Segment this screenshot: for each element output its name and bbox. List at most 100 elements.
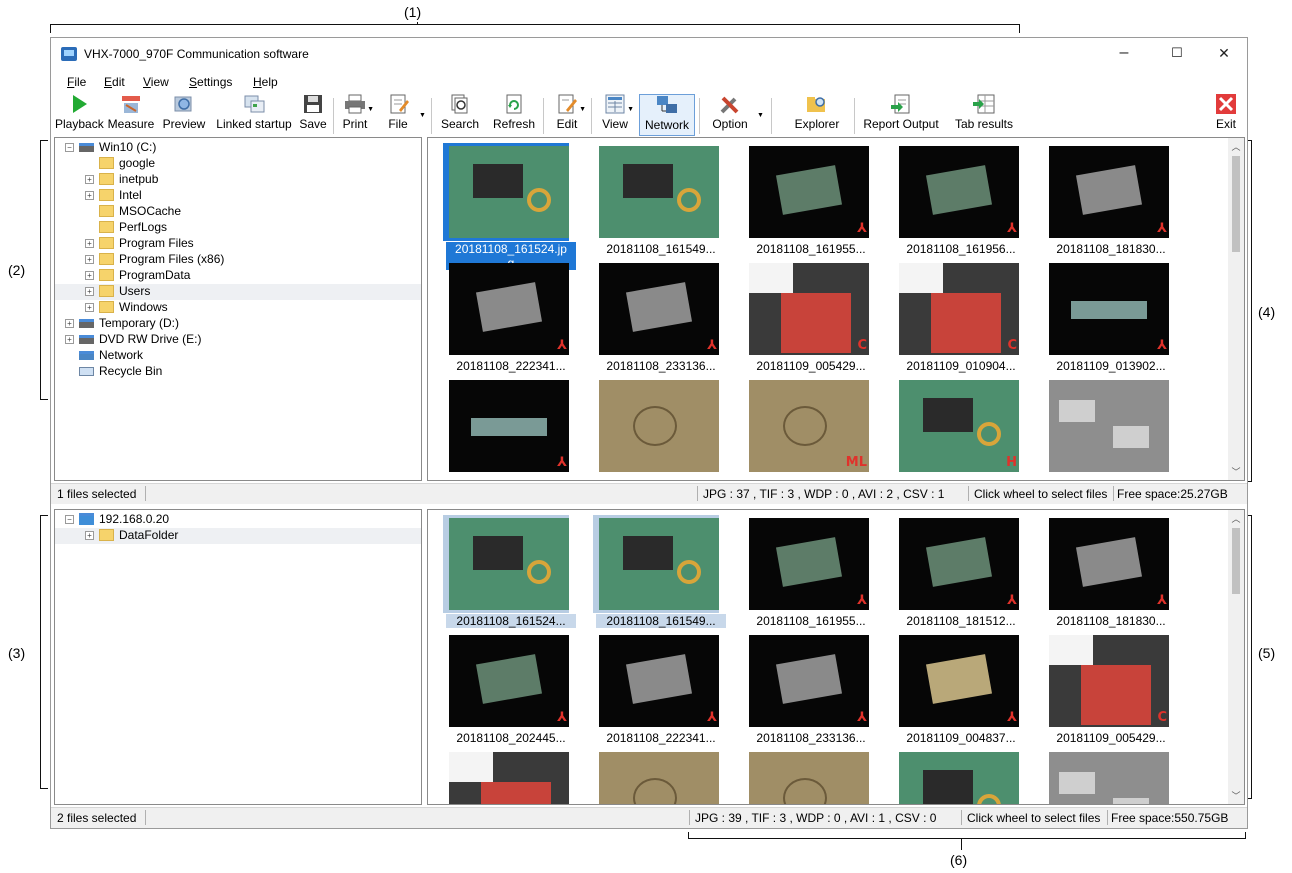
menu-item[interactable]: File: [67, 75, 86, 89]
tree-node[interactable]: + Program Files: [55, 236, 421, 252]
thumbnail-item[interactable]: C 20181109_010904...: [896, 263, 1022, 373]
thumbnail-item[interactable]: ⅄ 20181108_233136...: [596, 263, 722, 373]
thumbnail-caption: 20181108_161955...: [756, 242, 866, 256]
scroll-up-icon[interactable]: ︿: [1228, 140, 1244, 153]
minimize-button[interactable]: –: [1113, 43, 1135, 63]
tree-node[interactable]: − 192.168.0.20: [55, 512, 421, 528]
tree-node[interactable]: google: [55, 156, 421, 172]
tree-node[interactable]: + inetpub: [55, 172, 421, 188]
thumbnail-item[interactable]: ⅄ 20181109_004837...: [896, 635, 1022, 745]
thumbnail-item[interactable]: ⅄ 20181108_161956...: [896, 146, 1022, 256]
file-button[interactable]: File: [383, 94, 413, 134]
preview-button[interactable]: Preview: [161, 94, 207, 134]
thumbnail-item[interactable]: C 20181109_005429...: [746, 263, 872, 373]
thumbnail-item[interactable]: 20181108_161549...: [593, 515, 726, 628]
tree-node[interactable]: − Win10 (C:): [55, 140, 421, 156]
tree-node[interactable]: + DVD RW Drive (E:): [55, 332, 421, 348]
local-folder-tree[interactable]: − Win10 (C:) google + inetpub + Intel MSOCache P…: [54, 137, 422, 481]
thumbnail-item[interactable]: [446, 752, 572, 804]
thumbnail-item[interactable]: ⅄ 20181108_161955...: [746, 146, 872, 256]
thumbnail-item[interactable]: C 20181109_005429...: [1046, 635, 1172, 745]
expand-icon[interactable]: +: [85, 255, 94, 264]
tree-node[interactable]: + Program Files (x86): [55, 252, 421, 268]
playback-button[interactable]: Playback: [55, 94, 104, 134]
thumbnail-item[interactable]: 20181108_161524...: [443, 515, 576, 628]
expand-icon[interactable]: +: [85, 287, 94, 296]
maximize-button[interactable]: ☐: [1166, 43, 1188, 63]
network-button[interactable]: Network: [639, 94, 695, 136]
print-button[interactable]: ▼ Print: [337, 94, 374, 134]
view-button[interactable]: ▼ View: [597, 94, 634, 134]
scroll-up-icon[interactable]: ︿: [1228, 512, 1244, 525]
expand-icon[interactable]: +: [85, 239, 94, 248]
expand-icon[interactable]: +: [65, 335, 74, 344]
save-button[interactable]: Save: [298, 94, 328, 134]
thumbnail-item[interactable]: [1046, 752, 1172, 804]
thumbnail-item[interactable]: ⅄ 20181108_181512...: [896, 518, 1022, 628]
refresh-button[interactable]: Refresh: [491, 94, 537, 134]
close-button[interactable]: ✕: [1213, 43, 1235, 63]
tab-results-button[interactable]: Tab results: [949, 94, 1019, 134]
tree-node[interactable]: + ProgramData: [55, 268, 421, 284]
local-scrollbar[interactable]: ︿ ﹀: [1228, 138, 1244, 480]
remote-thumbnail-pane[interactable]: 20181108_161524... 20181108_161549... ⅄ 201…: [427, 509, 1245, 805]
thumbnail-item[interactable]: ⅄ 20181108_181830...: [1046, 518, 1172, 628]
thumbnail-item[interactable]: ⅄ 20181108_222341...: [596, 635, 722, 745]
thumbnail-item[interactable]: 20181108_161524.jpg: [443, 143, 576, 270]
menu-item[interactable]: Settings: [189, 75, 232, 89]
scroll-down-icon[interactable]: ﹀: [1228, 465, 1244, 478]
thumbnail-item[interactable]: ⅄ 20181108_161955...: [746, 518, 872, 628]
thumbnail-item[interactable]: ML: [746, 380, 872, 472]
thumbnail-item[interactable]: [1046, 380, 1172, 472]
expand-icon[interactable]: +: [85, 271, 94, 280]
remote-scrollbar[interactable]: ︿ ﹀: [1228, 510, 1244, 804]
tree-node[interactable]: PerfLogs: [55, 220, 421, 236]
tree-node[interactable]: + Intel: [55, 188, 421, 204]
menu-item[interactable]: Help: [253, 75, 278, 89]
thumbnail-image: [449, 518, 569, 610]
option-button[interactable]: Option: [707, 94, 753, 134]
thumbnail-item[interactable]: ⅄ 20181108_233136...: [746, 635, 872, 745]
thumbnail-item[interactable]: [596, 380, 722, 472]
remote-folder-tree[interactable]: − 192.168.0.20 + DataFolder: [54, 509, 422, 805]
expand-icon[interactable]: +: [85, 303, 94, 312]
tree-node[interactable]: + Windows: [55, 300, 421, 316]
local-thumbnail-pane[interactable]: 20181108_161524.jpg 20181108_161549... ⅄ 20…: [427, 137, 1245, 481]
collapse-icon[interactable]: −: [65, 515, 74, 524]
chevron-down-icon[interactable]: ▼: [757, 112, 764, 119]
scroll-down-icon[interactable]: ﹀: [1228, 789, 1244, 802]
edit-button[interactable]: ▼ Edit: [549, 94, 586, 134]
scroll-thumb[interactable]: [1232, 156, 1240, 252]
thumbnail-item[interactable]: ⅄ 20181109_013902...: [1046, 263, 1172, 373]
menu-item[interactable]: View: [143, 75, 169, 89]
measure-button[interactable]: Measure: [107, 94, 155, 134]
tree-node[interactable]: MSOCache: [55, 204, 421, 220]
explorer-button[interactable]: Explorer: [787, 94, 847, 134]
thumbnail-item[interactable]: ⅄: [446, 380, 572, 472]
linked-startup-button[interactable]: Linked startup: [213, 94, 295, 134]
tree-node[interactable]: Network: [55, 348, 421, 364]
exit-button[interactable]: Exit: [1211, 94, 1241, 134]
expand-icon[interactable]: +: [85, 531, 94, 540]
thumbnail-item[interactable]: ⅄ 20181108_181830...: [1046, 146, 1172, 256]
scroll-thumb[interactable]: [1232, 528, 1240, 594]
search-button[interactable]: Search: [439, 94, 481, 134]
menu-item[interactable]: Edit: [104, 75, 125, 89]
expand-icon[interactable]: +: [85, 175, 94, 184]
tree-node[interactable]: + Temporary (D:): [55, 316, 421, 332]
thumbnail-item[interactable]: [746, 752, 872, 804]
chevron-down-icon[interactable]: ▼: [419, 112, 426, 119]
thumbnail-item[interactable]: H: [896, 380, 1022, 472]
expand-icon[interactable]: +: [65, 319, 74, 328]
tree-node[interactable]: + Users: [55, 284, 421, 300]
report-output-button[interactable]: Report Output: [859, 94, 943, 134]
thumbnail-item[interactable]: [596, 752, 722, 804]
collapse-icon[interactable]: −: [65, 143, 74, 152]
thumbnail-item[interactable]: ⅄ 20181108_202445...: [446, 635, 572, 745]
thumbnail-item[interactable]: ⅄ 20181108_222341...: [446, 263, 572, 373]
tree-node[interactable]: + DataFolder: [55, 528, 421, 544]
expand-icon[interactable]: +: [85, 191, 94, 200]
thumbnail-item[interactable]: [896, 752, 1022, 804]
thumbnail-item[interactable]: 20181108_161549...: [596, 146, 722, 256]
tree-node[interactable]: Recycle Bin: [55, 364, 421, 380]
